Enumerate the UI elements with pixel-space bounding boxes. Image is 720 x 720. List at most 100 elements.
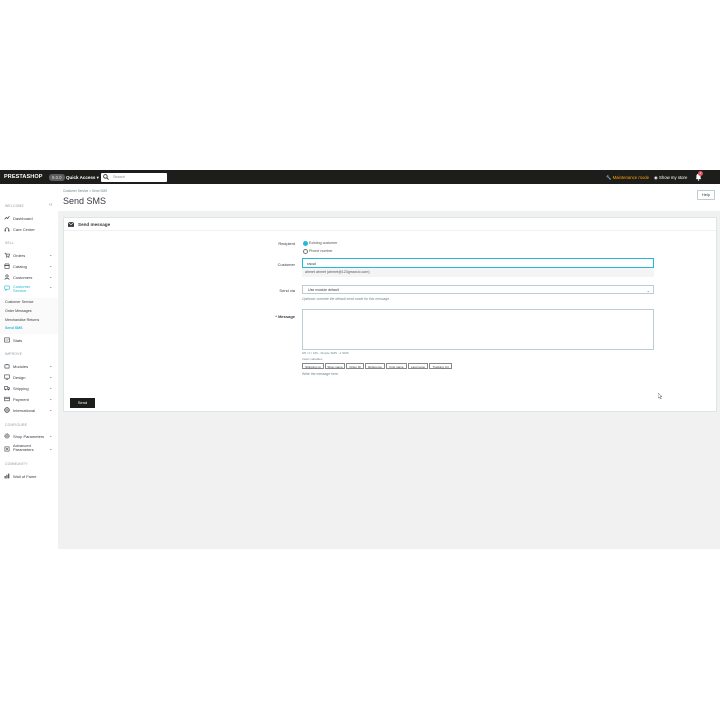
submenu-merchandise-returns[interactable]: Merchandise Returns <box>5 318 39 322</box>
version-badge: 9.0.0 <box>49 173 65 181</box>
section-welcome: WELCOME <box>5 204 24 208</box>
sidebar-item-modules[interactable]: Modules ⌄ <box>4 362 56 371</box>
sidebar-item-care-center[interactable]: Care Center <box>4 225 56 234</box>
sidebar-item-payment[interactable]: Payment ⌄ <box>4 395 56 404</box>
eye-icon: ◉ <box>654 175 658 180</box>
sidebar-item-customer-service[interactable]: Customer Service ⌃ <box>4 284 56 298</box>
submenu-customer-service[interactable]: Customer Service <box>5 300 34 304</box>
var-button-tracking-url[interactable]: Tracking Url <box>429 363 452 369</box>
chevron-down-icon: ⌄ <box>49 396 53 401</box>
puzzle-icon <box>4 363 10 369</box>
customer-search-input[interactable]: raoul <box>302 258 654 268</box>
chevron-down-icon: ⌄ <box>49 385 53 390</box>
var-button-shop-name[interactable]: Shop name <box>325 363 345 369</box>
var-button-shipping-no[interactable]: Shipping no <box>302 363 324 369</box>
sms-counter: 0/0 / 0 / 160 - Simple SMS - 1 SMS <box>302 351 349 355</box>
sidebar-item-label: Dashboard <box>13 216 33 221</box>
support-icon <box>4 227 10 232</box>
user-icon <box>4 274 10 280</box>
section-sell: SELL <box>5 241 15 245</box>
insert-variables-label: Insert variables <box>302 357 323 361</box>
sidebar-item-stats[interactable]: Stats <box>4 336 56 345</box>
wrench-icon: 🔧 <box>606 175 612 180</box>
sidebar-item-label: Catalog <box>13 264 27 269</box>
submenu-order-messages[interactable]: Order Messages <box>5 309 32 313</box>
maintenance-mode-link[interactable]: 🔧 Maintenance mode <box>606 175 649 181</box>
chat-icon <box>4 285 10 291</box>
sidebar-item-design[interactable]: Design ⌄ <box>4 373 56 382</box>
sidebar-item-label: Payment <box>13 397 29 402</box>
sidebar-item-catalog[interactable]: Catalog ⌄ <box>4 262 56 271</box>
sidebar-item-label: Shop Parameters <box>13 434 45 439</box>
radio-phone-number[interactable] <box>303 249 308 254</box>
send-via-hint: Optional: override the default send mode… <box>302 297 391 301</box>
chevron-down-icon: ⌄ <box>49 407 53 412</box>
chevron-down-icon: ⌄ <box>49 252 53 257</box>
sidebar-item-shop-parameters[interactable]: Shop Parameters ⌄ <box>4 432 56 441</box>
logo[interactable]: PRESTASHOP <box>4 174 43 180</box>
chart-icon <box>4 337 10 343</box>
sidebar-item-label: Design <box>13 375 26 380</box>
sidebar-item-label: Customers <box>13 275 33 280</box>
var-button-last-name[interactable]: Last name <box>408 363 428 369</box>
sidebar-item-label: Wall of Fame <box>13 474 37 479</box>
sidebar-item-international[interactable]: International ⌄ <box>4 406 56 415</box>
sidebar-item-label: International <box>13 408 36 413</box>
settings-icon <box>4 433 10 439</box>
sidebar-item-customers[interactable]: Customers ⌄ <box>4 273 56 282</box>
sidebar-item-orders[interactable]: Orders ⌄ <box>4 251 56 260</box>
var-button-order-id[interactable]: Order ID <box>346 363 364 369</box>
help-button[interactable]: Help <box>697 190 715 200</box>
customer-label: Customer <box>277 262 295 267</box>
breadcrumb-item[interactable]: Customer Service <box>63 189 88 193</box>
chevron-down-icon: ⌄ <box>49 274 53 279</box>
customer-service-submenu: Customer Service Order Messages Merchand… <box>0 298 58 334</box>
card-header: Send message <box>64 218 716 231</box>
sidebar-item-advanced-parameters[interactable]: Advanced Parameters ⌄ <box>4 443 56 457</box>
breadcrumb-item: Send SMS <box>91 189 108 193</box>
page-title: Send SMS <box>63 196 107 206</box>
sidebar-item-label: Stats <box>13 338 23 343</box>
sidebar-item-label: Care Center <box>13 227 35 232</box>
send-button[interactable]: Send <box>70 398 95 408</box>
mouse-cursor-icon <box>658 393 662 399</box>
sidebar-item-label: Advanced Parameters <box>13 443 34 453</box>
envelope-icon <box>68 221 74 227</box>
search-icon <box>103 174 109 180</box>
message-textarea[interactable] <box>302 309 654 350</box>
send-via-select[interactable]: Use module default ⌄ <box>302 285 654 294</box>
section-improve: IMPROVE <box>5 352 23 356</box>
customer-suggestion-item[interactable]: ahmet ahmet (ahmet@123gmarcio.com) <box>302 268 654 277</box>
radio-existing-customer-label: Existing customer <box>309 241 338 245</box>
var-button-first-name[interactable]: First name <box>386 363 407 369</box>
suggestion-text: ahmet ahmet (ahmet@123gmarcio.com) <box>305 270 370 274</box>
desktop-icon <box>4 374 10 380</box>
chevron-down-icon: ⌄ <box>49 374 53 379</box>
message-hint: Write the message here. <box>302 372 339 376</box>
globe-icon <box>4 407 10 413</box>
maintenance-label: Maintenance mode <box>612 175 650 180</box>
collapse-sidebar-icon[interactable]: ‹‹ <box>49 202 52 208</box>
show-store-link[interactable]: ◉ Show my store <box>654 175 687 181</box>
card-icon <box>4 396 10 402</box>
sidebar-item-wall-of-fame[interactable]: Wall of Fame <box>4 472 56 481</box>
chevron-down-icon: ⌄ <box>646 287 650 293</box>
sidebar-item-shipping[interactable]: Shipping ⌄ <box>4 384 56 393</box>
var-button-reference[interactable]: Reference <box>365 363 385 369</box>
section-community: COMMUNITY <box>5 462 28 466</box>
top-bar: PRESTASHOP 9.0.0 Quick Access ▾ Search 🔧… <box>0 170 720 184</box>
sidebar-item-dashboard[interactable]: Dashboard <box>4 214 56 223</box>
chevron-up-icon: ⌃ <box>49 286 53 291</box>
radio-existing-customer[interactable] <box>303 241 308 246</box>
store-icon <box>4 263 10 269</box>
chevron-down-icon: ⌄ <box>49 363 53 368</box>
bar-chart-icon <box>4 473 10 479</box>
sidebar: ‹‹ WELCOME Dashboard Care Center SELL Or… <box>0 184 58 549</box>
submenu-send-sms[interactable]: Send SMS <box>5 326 23 330</box>
gear-icon <box>4 446 10 452</box>
trending-up-icon <box>4 215 10 220</box>
card-title: Send message <box>78 222 111 227</box>
search-input[interactable]: Search <box>101 172 167 182</box>
chevron-down-icon: ⌄ <box>49 446 53 451</box>
quick-access-button[interactable]: Quick Access ▾ <box>66 175 99 181</box>
